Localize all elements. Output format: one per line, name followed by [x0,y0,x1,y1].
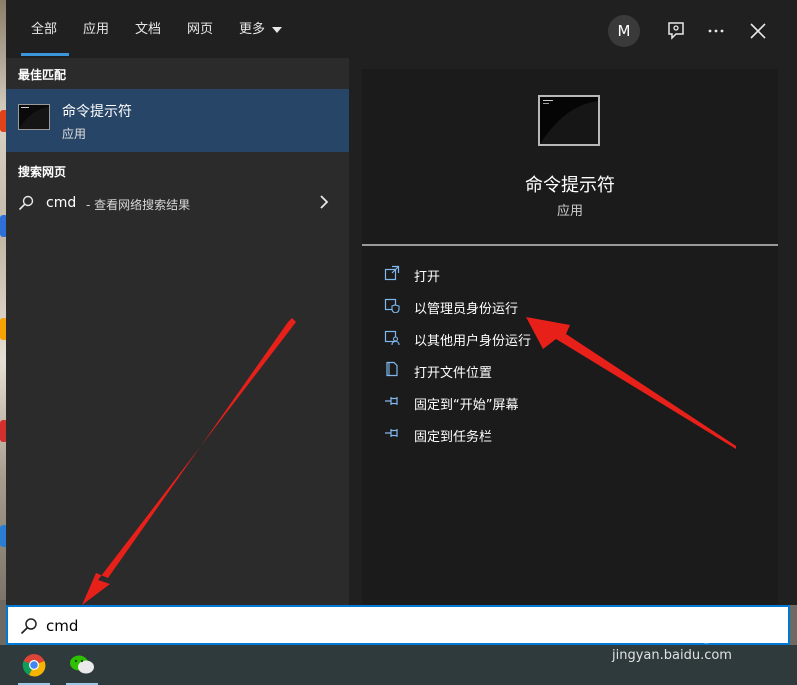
active-tab-indicator [21,53,69,56]
search-icon [18,195,34,211]
action-label: 固定到任务栏 [414,430,493,445]
web-search-result[interactable]: cmd - 查看网络搜索结果 [6,186,349,220]
close-icon[interactable] [746,19,770,43]
action-label: 打开 [414,270,441,285]
chevron-right-icon[interactable] [318,194,330,210]
divider [362,244,778,246]
action-label: 打开文件位置 [414,366,493,381]
more-options-icon[interactable] [704,19,728,43]
best-match-title: 命令提示符 [62,104,132,120]
action-run-as-admin[interactable]: 以管理员身份运行 [384,294,684,318]
search-input[interactable] [46,615,546,637]
best-match-subtitle: 应用 [62,127,87,141]
results-pane: 最佳匹配 命令提示符 应用 搜索网页 cmd - 查看网络搜索结果 [6,58,349,605]
tab-more[interactable]: 更多 [239,20,283,40]
taskbar-wechat[interactable] [60,645,104,685]
tab-documents[interactable]: 文档 [135,20,161,40]
cmd-window-icon [18,104,50,130]
tab-apps[interactable]: 应用 [83,20,109,40]
web-search-query: cmd [46,195,77,211]
tab-all[interactable]: 全部 [31,20,57,40]
web-search-description: - 查看网络搜索结果 [86,198,191,212]
best-match-result[interactable]: 命令提示符 应用 [6,89,349,152]
action-run-as-other-user[interactable]: 以其他用户身份运行 [384,326,684,350]
wechat-icon [70,655,94,674]
app-type: 应用 [556,204,583,219]
feedback-icon[interactable] [664,19,688,43]
tab-web[interactable]: 网页 [187,20,213,40]
taskbar [0,645,797,685]
action-label: 以其他用户身份运行 [414,334,532,349]
action-open[interactable]: 打开 [384,262,684,286]
open-icon [384,265,400,281]
action-pin-to-taskbar[interactable]: 固定到任务栏 [384,422,684,446]
action-open-file-location[interactable]: 打开文件位置 [384,358,684,382]
search-panel: 全部 应用 文档 网页 更多 M 最佳匹配 命令提示符 应用 搜索网页 cmd … [6,0,797,605]
chrome-icon [22,654,46,677]
tab-more-label: 更多 [239,22,266,37]
shield-icon [384,298,400,313]
pin-icon [385,397,398,405]
user-icon [384,330,400,345]
web-search-heading: 搜索网页 [18,165,67,179]
app-title: 命令提示符 [525,175,615,196]
action-pin-to-start[interactable]: 固定到“开始”屏幕 [384,390,684,414]
file-location-icon [386,361,398,377]
chevron-down-icon [272,26,283,33]
tab-bar: 全部 应用 文档 网页 更多 M [6,0,797,58]
best-match-heading: 最佳匹配 [18,68,67,82]
search-box[interactable] [6,605,790,645]
cmd-window-icon [538,95,600,146]
action-label: 以管理员身份运行 [414,302,519,317]
taskbar-chrome[interactable] [12,645,56,685]
action-label: 固定到“开始”屏幕 [414,398,519,413]
details-pane: 命令提示符 应用 打开 以管理员身份运行 以其他用户身份运行 打开文件位置 固定… [362,69,778,605]
pin-icon [385,429,398,437]
avatar[interactable]: M [608,15,640,47]
search-icon [20,618,37,635]
